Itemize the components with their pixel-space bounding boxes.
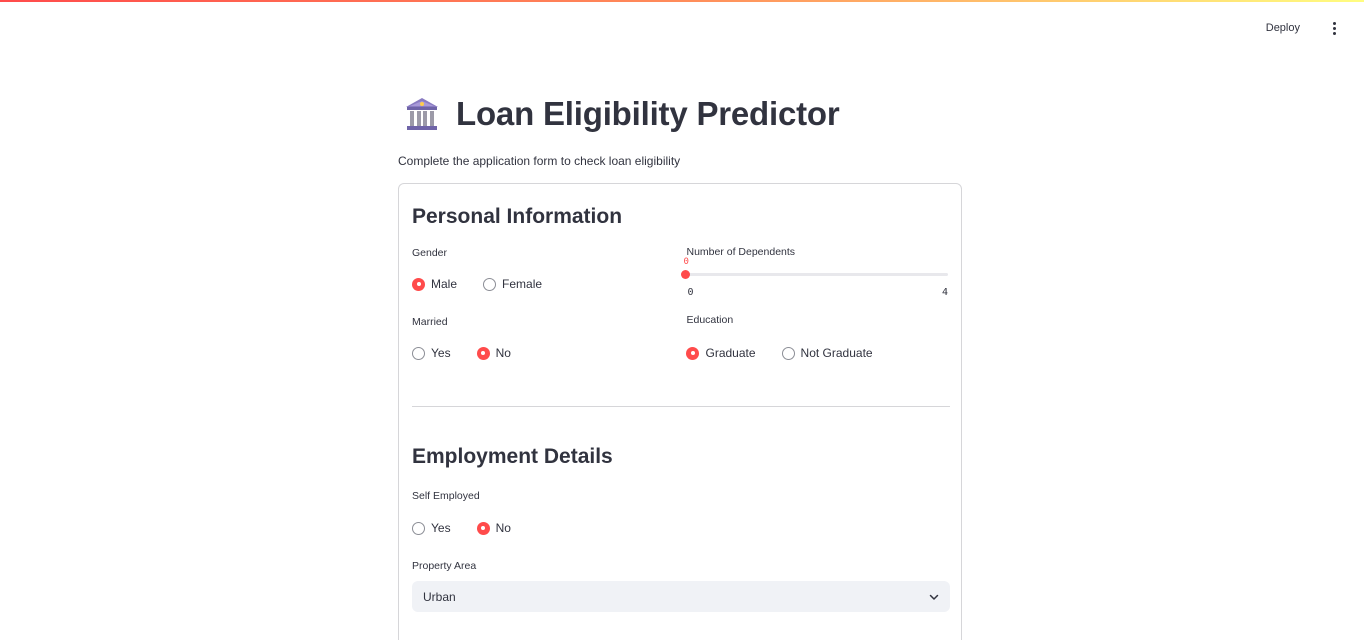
married-radio-group: Yes No	[412, 345, 686, 361]
bank-icon	[406, 98, 438, 130]
slider-thumb[interactable]	[681, 270, 691, 279]
married-label: Married	[412, 316, 448, 328]
radio-label: No	[495, 346, 511, 360]
slider-current-value: 0	[683, 257, 689, 267]
app-header: Deploy	[0, 0, 1364, 56]
property-area-label: Property Area	[412, 560, 477, 572]
title-row: Loan Eligibility Predictor	[398, 88, 962, 140]
education-option-not-graduate[interactable]: Not Graduate	[781, 346, 873, 360]
radio-label: Yes	[431, 346, 451, 360]
main-content: Loan Eligibility Predictor Complete the …	[398, 88, 962, 640]
radio-selected-icon[interactable]	[412, 277, 425, 291]
education-radio-group: Graduate Not Graduate	[686, 345, 948, 361]
gender-option-male[interactable]: Male	[412, 277, 457, 291]
radio-label: Yes	[431, 521, 451, 535]
slider-max-label: 4	[941, 287, 948, 298]
more-vertical-icon[interactable]	[1324, 17, 1344, 39]
slider-min-label: 0	[687, 287, 694, 298]
radio-unselected-icon[interactable]	[412, 346, 425, 360]
married-option-no[interactable]: No	[476, 346, 511, 360]
chevron-down-icon[interactable]	[928, 591, 940, 603]
education-label: Education	[686, 314, 734, 326]
self-employed-option-yes[interactable]: Yes	[412, 521, 451, 535]
application-form: Personal Information Gender Male Female …	[398, 183, 962, 640]
radio-unselected-icon[interactable]	[412, 521, 425, 535]
radio-label: Graduate	[705, 346, 756, 360]
personal-right-column: Number of Dependents 0 0 4 Education Gra…	[681, 246, 949, 361]
radio-label: No	[495, 521, 511, 535]
property-area-select[interactable]: Urban	[412, 581, 950, 612]
deploy-button[interactable]: Deploy	[1266, 18, 1300, 38]
married-option-yes[interactable]: Yes	[412, 346, 451, 360]
gender-radio-group: Male Female	[412, 276, 686, 292]
personal-info-heading: Personal Information	[412, 205, 623, 228]
gender-option-female[interactable]: Female	[483, 277, 542, 291]
radio-label: Male	[431, 277, 458, 291]
page-title: Loan Eligibility Predictor	[456, 95, 840, 132]
slider-track[interactable]	[686, 273, 949, 276]
radio-selected-icon[interactable]	[686, 346, 700, 360]
personal-info-columns: Gender Male Female Married Yes No Number…	[412, 246, 949, 361]
select-value: Urban	[423, 589, 456, 604]
radio-unselected-icon[interactable]	[781, 346, 795, 360]
employment-heading: Employment Details	[412, 445, 613, 468]
page-subtitle: Complete the application form to check l…	[398, 154, 681, 168]
education-option-graduate[interactable]: Graduate	[686, 346, 756, 360]
radio-selected-icon[interactable]	[476, 521, 490, 535]
radio-label: Not Graduate	[800, 346, 873, 360]
radio-unselected-icon[interactable]	[483, 277, 497, 291]
gender-label: Gender	[412, 247, 448, 259]
personal-left-column: Gender Male Female Married Yes No	[412, 247, 686, 361]
radio-selected-icon[interactable]	[476, 346, 490, 360]
dependents-slider[interactable]: 0 0 4	[681, 246, 949, 298]
self-employed-label: Self Employed	[412, 490, 480, 502]
section-divider	[412, 406, 950, 407]
radio-label: Female	[502, 277, 543, 291]
self-employed-radio-group: Yes No	[412, 520, 948, 536]
self-employed-option-no[interactable]: No	[476, 521, 511, 535]
